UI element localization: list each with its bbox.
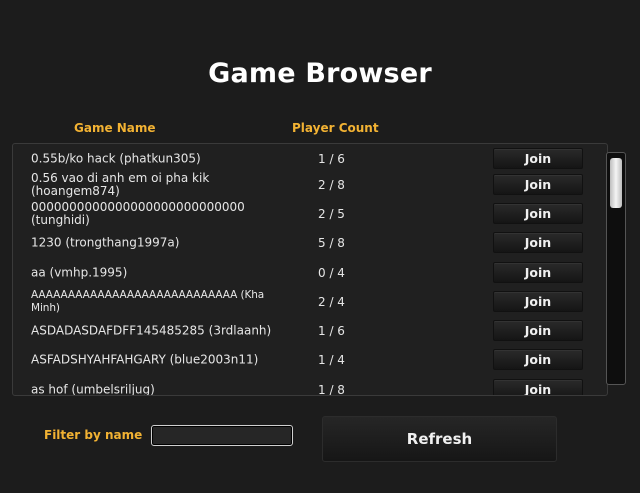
game-row: as hof (umbelsriljug) 1 / 8 Join bbox=[13, 375, 607, 396]
player-count: 2 / 8 bbox=[318, 177, 345, 192]
player-count: 1 / 8 bbox=[318, 382, 345, 396]
join-button[interactable]: Join bbox=[493, 262, 583, 283]
game-row: 0.56 vao di anh em oi pha kik (hoangem87… bbox=[13, 170, 607, 199]
game-row: ASFADSHYAHFAHGARY (blue2003n11) 1 / 4 Jo… bbox=[13, 345, 607, 374]
game-name: 0.56 vao di anh em oi pha kik (hoangem87… bbox=[31, 170, 210, 198]
player-count: 2 / 5 bbox=[318, 206, 345, 221]
join-button[interactable]: Join bbox=[493, 148, 583, 169]
game-name: ASFADSHYAHFAHGARY (blue2003n11) bbox=[31, 352, 259, 366]
game-name: ASDADASDAFDFF145485285 (3rdlaanh) bbox=[31, 323, 272, 337]
player-count: 2 / 4 bbox=[318, 294, 345, 309]
game-row: 0.55b/ko hack (phatkun305) 1 / 6 Join bbox=[13, 144, 607, 173]
join-button[interactable]: Join bbox=[493, 349, 583, 370]
join-button[interactable]: Join bbox=[493, 232, 583, 253]
player-count: 0 / 4 bbox=[318, 265, 345, 280]
join-button[interactable]: Join bbox=[493, 379, 583, 395]
join-button[interactable]: Join bbox=[493, 174, 583, 195]
game-name: 0.55b/ko hack (phatkun305) bbox=[31, 151, 201, 165]
game-name: 1230 (trongthang1997a) bbox=[31, 235, 180, 249]
player-count: 1 / 6 bbox=[318, 323, 345, 338]
scroll-thumb[interactable] bbox=[610, 158, 622, 208]
game-row: 0000000000000000000000000000 (tunghidi) … bbox=[13, 199, 607, 228]
game-name: aa (vmhp.1995) bbox=[31, 265, 128, 279]
game-row: AAAAAAAAAAAAAAAAAAAAAAAAAAAA (Kha Minh) … bbox=[13, 287, 607, 316]
game-name: as hof (umbelsriljug) bbox=[31, 382, 155, 396]
game-list[interactable]: 0.55b/ko hack (phatkun305) 1 / 6 Join 0.… bbox=[12, 143, 608, 396]
player-count: 1 / 6 bbox=[318, 151, 345, 166]
player-count: 1 / 4 bbox=[318, 352, 345, 367]
scrollbar[interactable] bbox=[606, 152, 626, 385]
refresh-button[interactable]: Refresh bbox=[322, 416, 557, 462]
join-button[interactable]: Join bbox=[493, 320, 583, 341]
column-header-game-name: Game Name bbox=[74, 121, 156, 135]
page-title: Game Browser bbox=[208, 58, 432, 89]
game-row: 1230 (trongthang1997a) 5 / 8 Join bbox=[13, 228, 607, 257]
player-count: 5 / 8 bbox=[318, 235, 345, 250]
game-row: ASDADASDAFDFF145485285 (3rdlaanh) 1 / 6 … bbox=[13, 316, 607, 345]
join-button[interactable]: Join bbox=[493, 203, 583, 224]
game-row: aa (vmhp.1995) 0 / 4 Join bbox=[13, 258, 607, 287]
filter-input[interactable] bbox=[151, 425, 293, 446]
filter-label: Filter by name bbox=[44, 428, 143, 442]
game-name: AAAAAAAAAAAAAAAAAAAAAAAAAAAA (Kha Minh) bbox=[31, 288, 265, 314]
join-button[interactable]: Join bbox=[493, 291, 583, 312]
column-header-player-count: Player Count bbox=[292, 121, 379, 135]
game-name: 0000000000000000000000000000 (tunghidi) bbox=[31, 199, 245, 227]
